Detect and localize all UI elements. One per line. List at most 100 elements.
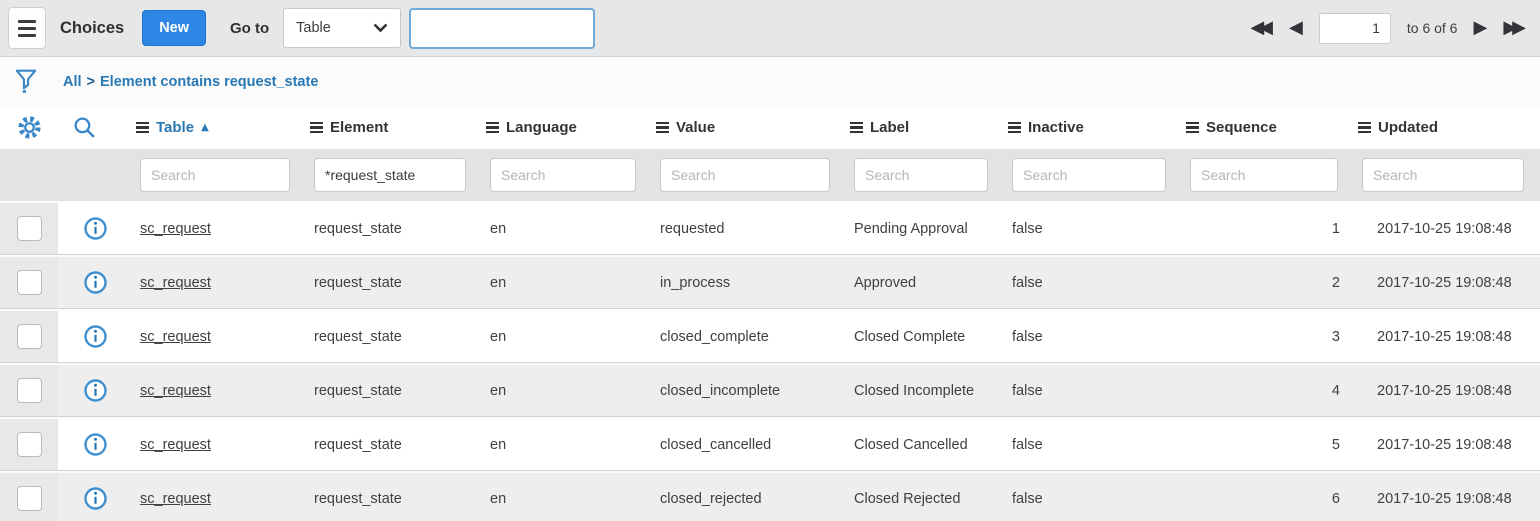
cell-value: closed_cancelled [652, 437, 846, 453]
cell-inactive: false [1004, 329, 1182, 345]
column-context-menu-icon[interactable] [1186, 120, 1199, 134]
record-link[interactable]: sc_request [140, 329, 211, 345]
column-header-label: Updated [1378, 119, 1438, 136]
info-icon[interactable] [83, 270, 108, 295]
row-info-cell [58, 486, 132, 511]
personalize-gear-cell [0, 114, 58, 141]
column-context-menu-icon[interactable] [1008, 120, 1021, 134]
column-context-menu-icon[interactable] [656, 120, 669, 134]
column-search-input-label[interactable] [854, 158, 988, 192]
info-icon[interactable] [83, 486, 108, 511]
record-link[interactable]: sc_request [140, 491, 211, 507]
previous-page-button[interactable]: ◀ [1289, 19, 1303, 37]
goto-label: Go to [230, 20, 269, 37]
column-header-label: Inactive [1028, 119, 1084, 136]
record-link[interactable]: sc_request [140, 437, 211, 453]
cell-sequence: 2 [1182, 275, 1354, 291]
first-page-button[interactable]: ◀◀ [1250, 19, 1273, 37]
row-checkbox[interactable] [17, 432, 42, 457]
cell-value: in_process [652, 275, 846, 291]
column-context-menu-icon[interactable] [136, 120, 149, 134]
row-select-cell [0, 419, 58, 470]
row-checkbox[interactable] [17, 486, 42, 511]
column-header-language[interactable]: Language [482, 119, 652, 136]
column-context-menu-icon[interactable] [1358, 120, 1371, 134]
cell-element: request_state [306, 491, 482, 507]
row-checkbox[interactable] [17, 216, 42, 241]
cell-element: request_state [306, 383, 482, 399]
row-select-cell [0, 311, 58, 362]
list-search-cell [58, 115, 132, 140]
row-checkbox[interactable] [17, 270, 42, 295]
column-search-input-value[interactable] [660, 158, 830, 192]
column-header-label: Value [676, 119, 715, 136]
hamburger-menu-button[interactable] [8, 7, 46, 49]
new-button[interactable]: New [142, 10, 206, 46]
column-header-inactive[interactable]: Inactive [1004, 119, 1182, 136]
column-context-menu-icon[interactable] [310, 120, 323, 134]
column-context-menu-icon[interactable] [850, 120, 863, 134]
row-checkbox[interactable] [17, 378, 42, 403]
column-search-input-inactive[interactable] [1012, 158, 1166, 192]
cell-inactive: false [1004, 437, 1182, 453]
cell-sequence: 6 [1182, 491, 1354, 507]
row-select-cell [0, 257, 58, 308]
search-icon[interactable] [72, 115, 97, 140]
table-row: sc_requestrequest_stateenin_processAppro… [0, 257, 1540, 308]
info-icon[interactable] [83, 324, 108, 349]
column-search-input-updated[interactable] [1362, 158, 1524, 192]
row-checkbox[interactable] [17, 324, 42, 349]
cell-updated: 2017-10-25 19:08:48 [1354, 437, 1540, 453]
breadcrumb-bar: All > Element contains request_state [0, 57, 1540, 106]
column-search-input-language[interactable] [490, 158, 636, 192]
table-row: sc_requestrequest_stateenclosed_rejected… [0, 473, 1540, 521]
record-link[interactable]: sc_request [140, 383, 211, 399]
cell-label: Closed Rejected [846, 491, 1004, 507]
column-header-label: Language [506, 119, 577, 136]
breadcrumb-separator: > [87, 74, 95, 90]
row-info-cell [58, 378, 132, 403]
column-search-input-element[interactable] [314, 158, 466, 192]
column-header-label[interactable]: Label [846, 119, 1004, 136]
goto-search-input[interactable] [409, 8, 595, 49]
goto-field-select[interactable]: Table [283, 8, 401, 48]
cell-sequence: 3 [1182, 329, 1354, 345]
cell-language: en [482, 437, 652, 453]
cell-inactive: false [1004, 275, 1182, 291]
cell-element: request_state [306, 437, 482, 453]
breadcrumb-filter-link[interactable]: Element contains request_state [100, 74, 318, 90]
gear-icon[interactable] [16, 114, 43, 141]
column-header-table[interactable]: Table▲ [132, 119, 306, 136]
column-search-input-sequence[interactable] [1190, 158, 1338, 192]
cell-language: en [482, 275, 652, 291]
cell-sequence: 4 [1182, 383, 1354, 399]
filter-funnel-icon[interactable] [13, 68, 39, 95]
info-icon[interactable] [83, 216, 108, 241]
record-link[interactable]: sc_request [140, 221, 211, 237]
cell-language: en [482, 491, 652, 507]
last-page-button[interactable]: ▶▶ [1503, 19, 1526, 37]
column-header-updated[interactable]: Updated [1354, 119, 1540, 136]
cell-language: en [482, 221, 652, 237]
column-header-element[interactable]: Element [306, 119, 482, 136]
column-header-label: Element [330, 119, 388, 136]
breadcrumb-all-link[interactable]: All [63, 74, 82, 90]
record-link[interactable]: sc_request [140, 275, 211, 291]
cell-inactive: false [1004, 383, 1182, 399]
info-icon[interactable] [83, 378, 108, 403]
next-page-button[interactable]: ▶ [1473, 19, 1487, 37]
page-title: Choices [60, 19, 124, 38]
page-number-input[interactable] [1319, 13, 1391, 44]
column-header-sequence[interactable]: Sequence [1182, 119, 1354, 136]
info-icon[interactable] [83, 432, 108, 457]
column-header-label: Sequence [1206, 119, 1277, 136]
column-search-input-table[interactable] [140, 158, 290, 192]
cell-inactive: false [1004, 491, 1182, 507]
table-row: sc_requestrequest_stateenclosed_complete… [0, 311, 1540, 362]
row-select-cell [0, 473, 58, 521]
row-range-text: to 6 of 6 [1407, 20, 1458, 36]
column-header-value[interactable]: Value [652, 119, 846, 136]
column-context-menu-icon[interactable] [486, 120, 499, 134]
cell-sequence: 1 [1182, 221, 1354, 237]
cell-element: request_state [306, 221, 482, 237]
